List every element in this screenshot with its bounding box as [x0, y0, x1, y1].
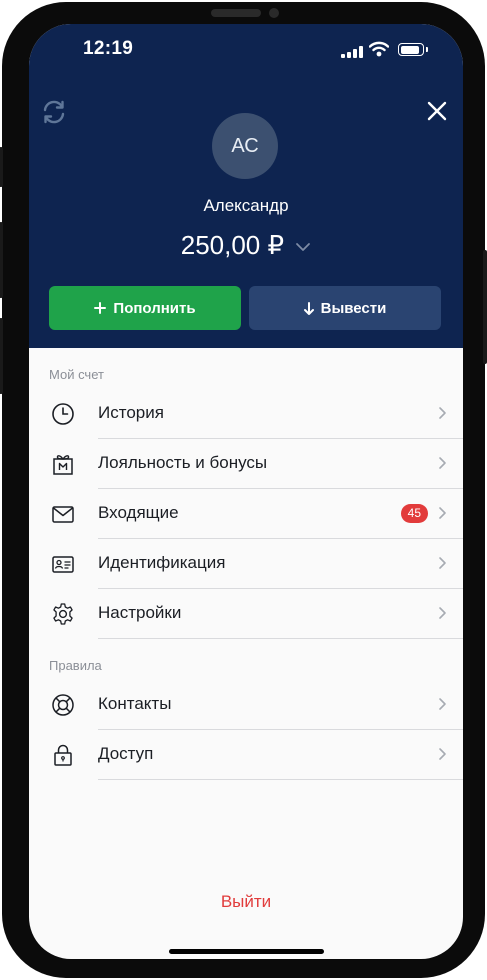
menu-item-label: Идентификация [98, 553, 226, 572]
arrow-down-icon [303, 301, 314, 315]
clock-icon [52, 403, 74, 425]
envelope-icon [52, 506, 74, 523]
id-card-icon [52, 556, 74, 573]
side-button-volume-up [0, 222, 3, 298]
menu-item-identification[interactable]: Идентификация [29, 539, 463, 589]
menu-item-label: Доступ [98, 744, 154, 763]
side-button-mute [0, 147, 3, 187]
chevron-right-icon [439, 507, 446, 519]
divider [98, 638, 463, 639]
menu-item-label: Контакты [98, 694, 172, 713]
close-icon[interactable] [423, 97, 451, 125]
unread-count-badge: 45 [400, 504, 428, 523]
signal-icon [341, 46, 363, 58]
menu-item-history[interactable]: История [29, 389, 463, 439]
menu-item-label: Настройки [98, 603, 182, 622]
section-title-account: Мой счет [49, 367, 104, 382]
menu-item-label: Входящие [98, 503, 179, 522]
earpiece-speaker [211, 9, 261, 17]
profile-header: 12:19 АС Александр 250,00 ₽ Пополнить Вы… [29, 24, 463, 348]
balance-selector[interactable]: 250,00 ₽ [29, 230, 463, 261]
battery-icon [398, 43, 428, 56]
status-time: 12:19 [83, 38, 134, 59]
front-camera [269, 8, 279, 18]
chevron-right-icon [439, 457, 446, 469]
logout-button[interactable]: Выйти [29, 892, 463, 912]
refresh-icon[interactable] [40, 98, 68, 126]
menu-item-settings[interactable]: Настройки [29, 589, 463, 639]
menu-item-inbox[interactable]: Входящие 45 [29, 489, 463, 539]
lifebuoy-icon [52, 694, 74, 716]
divider [98, 779, 463, 780]
section-title-rules: Правила [49, 658, 102, 673]
withdraw-button-label: Вывести [320, 299, 387, 317]
withdraw-button[interactable]: Вывести [249, 286, 441, 330]
gift-icon [53, 455, 73, 475]
chevron-right-icon [439, 748, 446, 760]
chevron-right-icon [439, 607, 446, 619]
user-name: Александр [203, 196, 289, 215]
plus-icon [94, 302, 107, 314]
balance-amount: 250,00 ₽ [180, 230, 285, 260]
side-button-power [483, 250, 487, 364]
screen: 12:19 АС Александр 250,00 ₽ Пополнить Вы… [29, 24, 463, 959]
wifi-icon [369, 41, 389, 57]
deposit-button-label: Пополнить [113, 299, 196, 317]
phone-frame: 12:19 АС Александр 250,00 ₽ Пополнить Вы… [0, 2, 487, 978]
chevron-right-icon [439, 407, 446, 419]
avatar[interactable]: АС [212, 113, 278, 179]
chevron-right-icon [439, 698, 446, 710]
menu-item-loyalty[interactable]: Лояльность и бонусы [29, 439, 463, 489]
side-button-volume-down [0, 318, 3, 394]
menu-item-label: История [98, 403, 164, 422]
gear-icon [53, 603, 73, 625]
menu-item-label: Лояльность и бонусы [98, 453, 268, 472]
menu-item-access[interactable]: Доступ [29, 730, 463, 780]
menu-item-contacts[interactable]: Контакты [29, 680, 463, 730]
chevron-down-icon [296, 243, 311, 252]
chevron-right-icon [439, 557, 446, 569]
home-indicator[interactable] [169, 949, 324, 954]
deposit-button[interactable]: Пополнить [49, 286, 241, 330]
lock-icon [54, 744, 72, 766]
